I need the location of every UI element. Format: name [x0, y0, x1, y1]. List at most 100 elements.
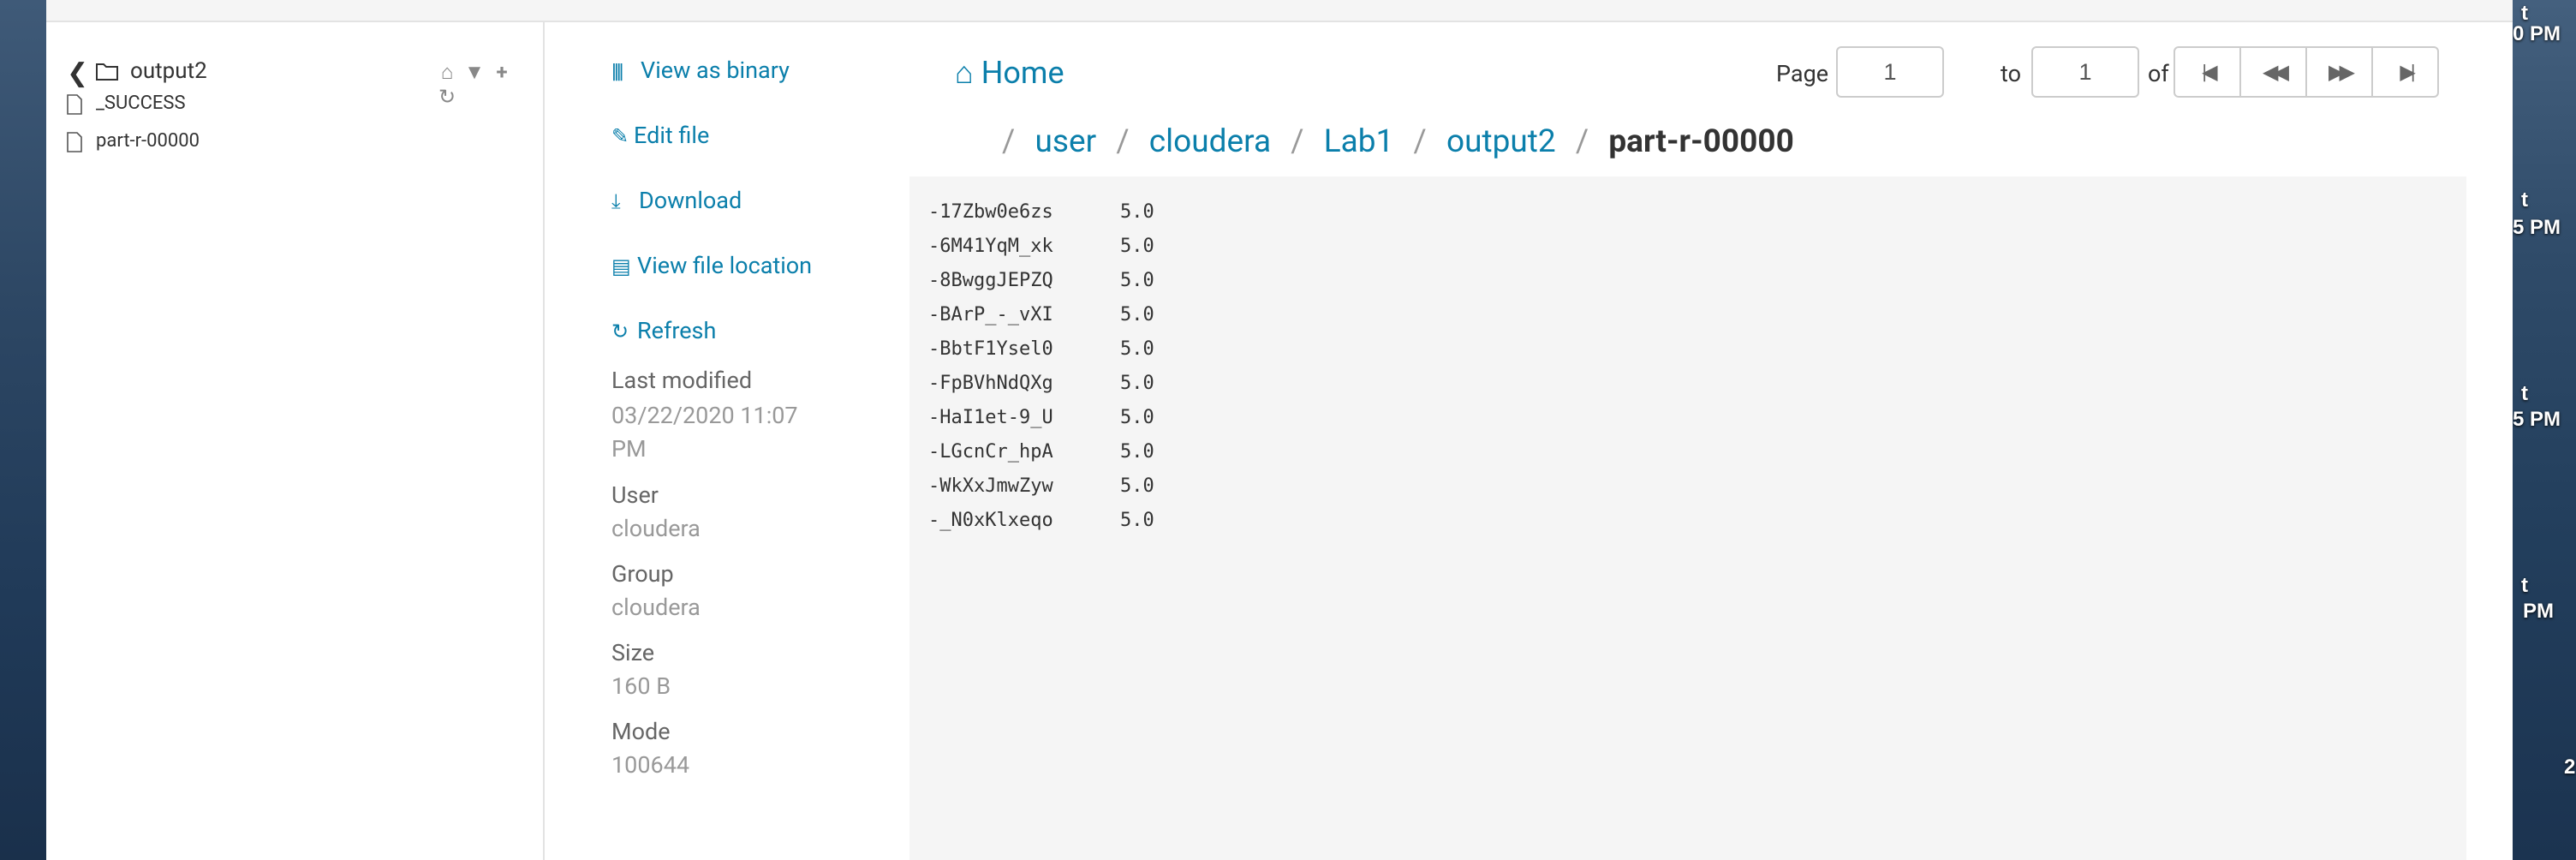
file-icon — [67, 94, 82, 115]
desktop-label: 0 PM — [2513, 22, 2561, 45]
forward-icon: ▶▶ — [2329, 60, 2355, 84]
chevron-left-icon[interactable]: ❮ — [67, 58, 88, 88]
file-item-name: _SUCCESS — [96, 93, 186, 114]
user-label: User — [611, 481, 659, 509]
size-label: Size — [611, 639, 655, 666]
desktop-label: t — [2521, 382, 2528, 405]
top-bar — [46, 0, 2513, 22]
content-key: -17Zbw0e6zs — [928, 201, 1053, 223]
view-as-binary-link[interactable]: |||| View as binary — [611, 57, 790, 84]
step-backward-icon: |◀ — [2202, 60, 2218, 84]
content-row: -WkXxJmwZyw 5.0 — [928, 469, 1154, 504]
content-key: -6M41YqM_xk — [928, 236, 1053, 257]
content-row: -LGcnCr_hpA 5.0 — [928, 435, 1154, 469]
breadcrumb-separator: / — [1116, 123, 1130, 160]
breadcrumb-separator: / — [1575, 123, 1589, 160]
content-value: 5.0 — [1120, 201, 1154, 223]
folder-icon — [96, 63, 118, 81]
folder-name[interactable]: output2 — [130, 58, 207, 84]
refresh-label: Refresh — [637, 317, 717, 344]
desktop-label: 2 — [2564, 755, 2576, 779]
home-link[interactable]: ⌂ Home — [955, 55, 1064, 91]
breadcrumb-link-user[interactable]: user — [1035, 123, 1096, 160]
last-modified-label: Last modified — [611, 367, 753, 394]
tree-toolbar: ⌂ ▼ + ↻ — [433, 60, 529, 109]
filter-icon[interactable]: ▼ — [461, 60, 488, 85]
user-value: cloudera — [611, 515, 701, 542]
content-value: 5.0 — [1120, 236, 1154, 257]
content-value: 5.0 — [1120, 270, 1154, 291]
content-row: -BbtF1Ysel0 5.0 — [928, 332, 1154, 367]
content-value: 5.0 — [1120, 304, 1154, 325]
group-value: cloudera — [611, 594, 701, 621]
file-content: -17Zbw0e6zs 5.0 -6M41YqM_xk 5.0 -8BwggJEPZQ 5… — [928, 195, 1154, 538]
content-key: -8BwggJEPZQ — [928, 270, 1053, 291]
breadcrumb-separator: / — [1413, 123, 1427, 160]
view-as-binary-label: View as binary — [641, 57, 790, 84]
last-modified-value: 03/22/2020 11:07 PM — [611, 402, 798, 463]
content-value: 5.0 — [1120, 338, 1154, 360]
first-page-button[interactable]: |◀ — [2175, 48, 2241, 96]
home-label: Home — [981, 55, 1064, 91]
file-icon — [67, 132, 82, 152]
next-page-button[interactable]: ▶▶ — [2307, 48, 2373, 96]
refresh-link[interactable]: ↻ Refresh — [611, 317, 716, 344]
file-browser-panel: ❮ output2 ⌂ ▼ + ↻ _SUCCESS part-r-00000 — [46, 22, 545, 860]
breadcrumb-link-lab1[interactable]: Lab1 — [1324, 123, 1394, 160]
content-key: -WkXxJmwZyw — [928, 475, 1053, 497]
last-page-button[interactable]: ▶| — [2373, 48, 2437, 96]
content-key: -LGcnCr_hpA — [928, 441, 1053, 463]
content-value: 5.0 — [1120, 510, 1154, 531]
barcode-icon: |||| — [611, 59, 623, 83]
file-browser-header: ❮ output2 ⌂ ▼ + ↻ — [67, 57, 529, 109]
step-forward-icon: ▶| — [2400, 60, 2415, 84]
to-label: to — [2001, 60, 2021, 87]
size-value: 160 B — [611, 672, 671, 700]
download-link[interactable]: ⤓ Download — [611, 187, 742, 214]
breadcrumb-separator: / — [1002, 123, 1016, 160]
pencil-icon: ✎ — [611, 124, 629, 148]
breadcrumb-link-cloudera[interactable]: cloudera — [1149, 123, 1271, 160]
content-value: 5.0 — [1120, 441, 1154, 463]
backward-icon: ◀◀ — [2263, 60, 2289, 84]
breadcrumb-link-output2[interactable]: output2 — [1446, 123, 1556, 160]
home-icon: ⌂ — [955, 55, 974, 91]
content-key: -BbtF1Ysel0 — [928, 338, 1053, 360]
refresh-icon[interactable]: ↻ — [433, 85, 461, 109]
breadcrumb: / user / cloudera / Lab1 / output2 / par… — [1002, 123, 1794, 164]
plus-icon[interactable]: + — [488, 60, 516, 84]
edit-file-link[interactable]: ✎ Edit file — [611, 122, 709, 149]
content-value: 5.0 — [1120, 407, 1154, 428]
content-key: -BArP_-_vXI — [928, 304, 1053, 325]
content-row: -17Zbw0e6zs 5.0 — [928, 195, 1154, 230]
desktop-background-right: t 0 PM t 5 PM t 5 PM t PM 2 — [2513, 0, 2576, 860]
content-row: -FpBVhNdQXg 5.0 — [928, 367, 1154, 401]
content-row: -BArP_-_vXI 5.0 — [928, 298, 1154, 332]
breadcrumb-current-file: part-r-00000 — [1608, 123, 1794, 160]
desktop-label: 5 PM — [2513, 408, 2561, 431]
download-label: Download — [639, 187, 742, 214]
page-navigation-buttons: |◀ ◀◀ ▶▶ ▶| — [2174, 46, 2439, 98]
hue-file-viewer-window: ❮ output2 ⌂ ▼ +↻ _SUCCESS part-r-00000 |||… — [46, 0, 2513, 860]
edit-file-label: Edit file — [634, 122, 710, 149]
view-file-location-link[interactable]: ▤ View file location — [611, 252, 812, 279]
content-key: -FpBVhNdQXg — [928, 373, 1053, 394]
mode-value: 100644 — [611, 751, 690, 779]
home-icon[interactable]: ⌂ — [433, 60, 461, 85]
desktop-background-left — [0, 0, 46, 860]
page-label: Page — [1776, 60, 1829, 87]
previous-page-button[interactable]: ◀◀ — [2241, 48, 2307, 96]
content-row: -_N0xKlxeqo 5.0 — [928, 504, 1154, 538]
breadcrumb-separator: / — [1291, 123, 1304, 160]
desktop-label: t — [2521, 188, 2528, 212]
content-key: -_N0xKlxeqo — [928, 510, 1053, 531]
file-item-name: part-r-00000 — [96, 130, 200, 152]
file-text-icon: ▤ — [611, 254, 631, 278]
page-to-input[interactable] — [2031, 46, 2139, 98]
content-row: -HaI1et-9_U 5.0 — [928, 401, 1154, 435]
content-row: -8BwggJEPZQ 5.0 — [928, 264, 1154, 298]
content-key: -HaI1et-9_U — [928, 407, 1053, 428]
page-from-input[interactable] — [1836, 46, 1944, 98]
mode-label: Mode — [611, 718, 671, 745]
group-label: Group — [611, 560, 674, 588]
